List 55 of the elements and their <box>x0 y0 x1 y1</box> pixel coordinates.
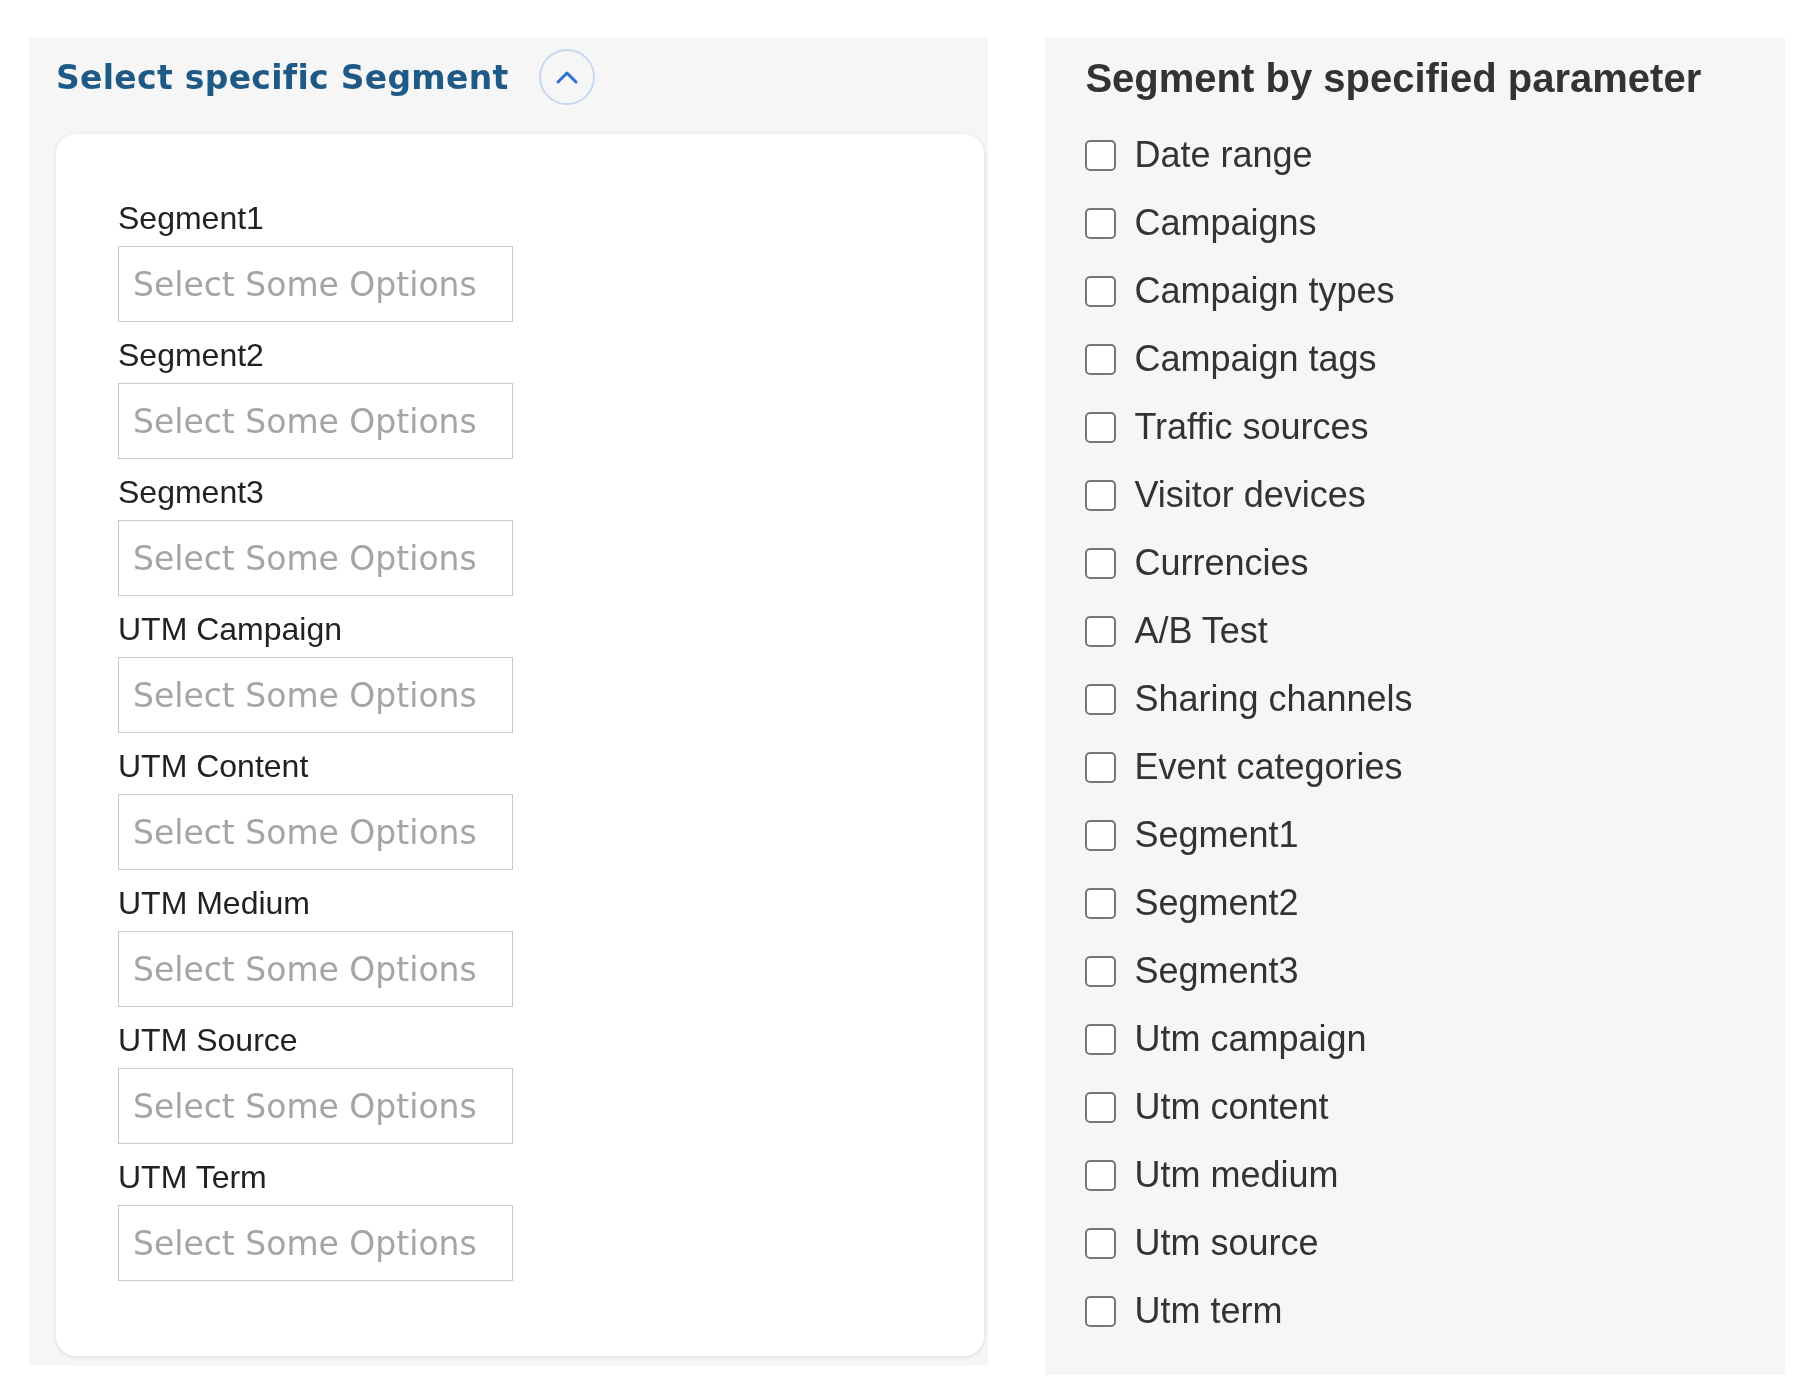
select-field[interactable]: Select Some Options <box>118 657 513 733</box>
checkbox-label: A/B Test <box>1134 610 1268 652</box>
checkbox[interactable] <box>1085 1159 1117 1191</box>
checkbox-label: Utm campaign <box>1134 1018 1367 1060</box>
select-field[interactable]: Select Some Options <box>118 1068 513 1144</box>
checkbox[interactable] <box>1085 1091 1117 1123</box>
checkbox[interactable] <box>1085 819 1117 851</box>
checkbox-label: Traffic sources <box>1134 406 1369 448</box>
field-label: Segment2 <box>118 336 265 375</box>
field-label: Segment3 <box>118 473 265 512</box>
checkbox-label: Segment1 <box>1134 814 1299 856</box>
checkbox[interactable] <box>1085 1023 1117 1055</box>
checkbox-label: Date range <box>1134 134 1313 176</box>
select-field[interactable]: Select Some Options <box>118 794 513 870</box>
select-field[interactable]: Select Some Options <box>118 246 513 322</box>
checkbox-label: Sharing channels <box>1134 678 1413 720</box>
field-label: UTM Source <box>118 1021 299 1060</box>
checkbox[interactable] <box>1085 1295 1117 1327</box>
checkbox[interactable] <box>1085 887 1117 919</box>
panel-title: Segment by specified parameter <box>1085 56 1703 101</box>
checkbox-label: Segment2 <box>1134 882 1299 924</box>
checkbox-label: Utm content <box>1134 1086 1329 1128</box>
checkbox[interactable] <box>1085 411 1117 443</box>
checkbox-label: Utm term <box>1134 1290 1283 1332</box>
select-field[interactable]: Select Some Options <box>118 1205 513 1281</box>
select-field[interactable]: Select Some Options <box>118 520 513 596</box>
checkbox-label: Visitor devices <box>1134 474 1366 516</box>
field-label: UTM Term <box>118 1158 268 1197</box>
checkbox-label: Segment3 <box>1134 950 1299 992</box>
checkbox[interactable] <box>1085 207 1117 239</box>
select-field[interactable]: Select Some Options <box>118 931 513 1007</box>
field-label: Segment1 <box>118 199 265 238</box>
field-label: UTM Medium <box>118 884 311 923</box>
checkbox[interactable] <box>1085 683 1117 715</box>
checkbox-label: Campaign tags <box>1134 338 1377 380</box>
checkbox[interactable] <box>1085 343 1117 375</box>
checkbox[interactable] <box>1085 751 1117 783</box>
panel-title: Select specific Segment <box>56 57 509 97</box>
checkbox-label: Currencies <box>1134 542 1309 584</box>
checkbox-label: Event categories <box>1134 746 1403 788</box>
checkbox-label: Campaign types <box>1134 270 1395 312</box>
checkbox-label: Utm source <box>1134 1222 1319 1264</box>
checkbox[interactable] <box>1085 615 1117 647</box>
checkbox[interactable] <box>1085 139 1117 171</box>
chevron-up-icon <box>554 69 579 85</box>
checkbox-label: Utm medium <box>1134 1154 1339 1196</box>
checkbox[interactable] <box>1085 547 1117 579</box>
select-field[interactable]: Select Some Options <box>118 383 513 459</box>
checkbox-label: Campaigns <box>1134 202 1317 244</box>
checkbox[interactable] <box>1085 275 1117 307</box>
checkbox[interactable] <box>1085 479 1117 511</box>
checkbox[interactable] <box>1085 955 1117 987</box>
field-label: UTM Content <box>118 747 310 786</box>
field-label: UTM Campaign <box>118 610 344 649</box>
checkbox[interactable] <box>1085 1227 1117 1259</box>
